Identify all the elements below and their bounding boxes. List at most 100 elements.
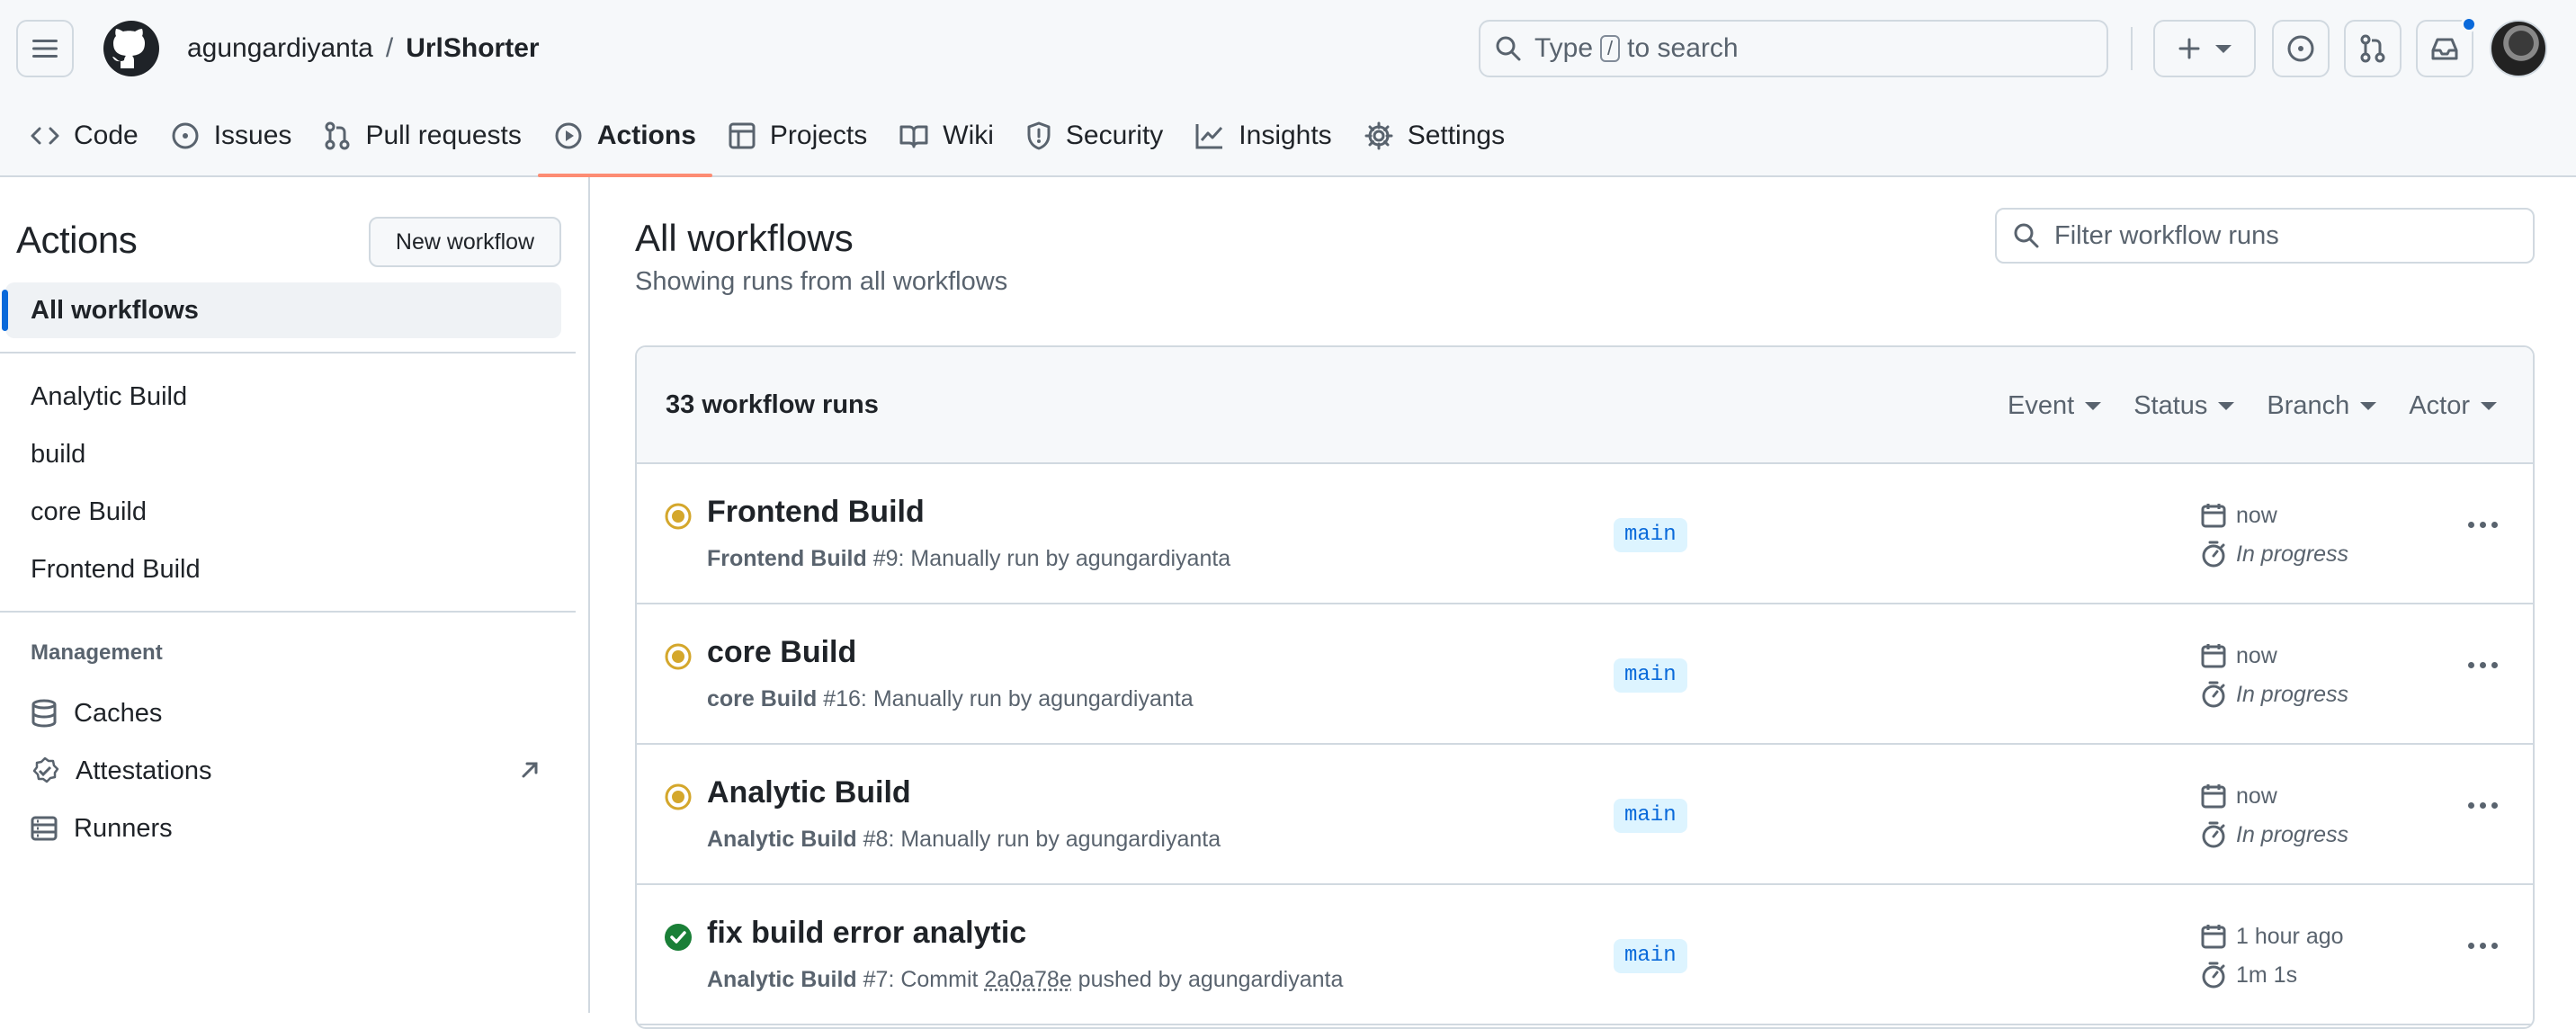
- run-options-button[interactable]: [2468, 522, 2498, 528]
- verified-icon: [32, 756, 59, 783]
- sidebar-item-frontend-build[interactable]: Frontend Build: [31, 551, 201, 587]
- run-when: now: [2236, 783, 2277, 809]
- run-duration-text: 1m 1s: [2236, 962, 2298, 988]
- table-row[interactable]: Frontend Build Frontend Build #9: Manual…: [637, 464, 2533, 604]
- run-duration: In progress: [2200, 540, 2348, 568]
- run-trigger: : Manually run by agungardiyanta: [888, 827, 1221, 852]
- branch-filter-dropdown[interactable]: Branch: [2267, 390, 2377, 421]
- branch-label[interactable]: main: [1614, 518, 1687, 552]
- run-time: now: [2200, 783, 2277, 810]
- external-link-icon: [522, 762, 538, 778]
- sidebar-item-caches[interactable]: Caches: [31, 695, 162, 731]
- book-icon: [899, 125, 928, 148]
- sidebar-item-attestations[interactable]: Attestations: [31, 753, 212, 789]
- commit-link[interactable]: 2a0a78e: [984, 967, 1071, 992]
- dropdown-label: Branch: [2267, 390, 2350, 420]
- run-title[interactable]: fix build error analytic: [707, 916, 1026, 951]
- calendar-icon: [2201, 784, 2226, 809]
- git-pull-request-icon: [2360, 34, 2385, 63]
- sidebar-item-label: Runners: [74, 814, 173, 843]
- stopwatch-icon: [2202, 681, 2225, 708]
- stopwatch-icon: [2202, 541, 2225, 568]
- filter-workflow-runs-input[interactable]: Filter workflow runs: [1995, 208, 2535, 264]
- search-prefix: Type: [1534, 33, 1594, 63]
- play-icon: [555, 122, 582, 149]
- search-icon: [2014, 223, 2039, 248]
- run-options-button[interactable]: [2468, 802, 2498, 809]
- check-circle-icon: [665, 924, 692, 951]
- chevron-down-icon: [2085, 401, 2102, 410]
- tab-label: Settings: [1407, 121, 1506, 150]
- actor-filter-dropdown[interactable]: Actor: [2409, 391, 2497, 421]
- tab-wiki[interactable]: Wiki: [883, 108, 1010, 164]
- sidebar-item-analytic-build[interactable]: Analytic Build: [31, 379, 187, 415]
- branch-label[interactable]: main: [1614, 658, 1687, 693]
- sidebar-item-all-workflows[interactable]: All workflows: [2, 282, 561, 338]
- tab-actions[interactable]: Actions: [537, 108, 712, 177]
- in-progress-icon: [665, 643, 692, 670]
- tab-security[interactable]: Security: [1010, 108, 1179, 164]
- tab-issues[interactable]: Issues: [155, 108, 309, 164]
- run-number: #9: [872, 546, 899, 571]
- plus-icon: [2178, 38, 2200, 59]
- dropdown-label: Event: [2008, 390, 2075, 420]
- run-meta: Analytic Build #8: Manually run by agung…: [707, 827, 1221, 853]
- run-title[interactable]: Frontend Build: [707, 495, 925, 530]
- create-new-button[interactable]: [2153, 20, 2256, 77]
- issues-button[interactable]: [2272, 20, 2330, 77]
- status-filter-dropdown[interactable]: Status: [2133, 391, 2235, 421]
- filter-placeholder: Filter workflow runs: [2054, 220, 2279, 250]
- tab-settings[interactable]: Settings: [1348, 108, 1521, 164]
- github-logo-icon[interactable]: [103, 20, 160, 77]
- branch-label[interactable]: main: [1614, 939, 1687, 973]
- table-row[interactable]: fix build error analytic Analytic Build …: [637, 885, 2533, 1025]
- run-options-button[interactable]: [2468, 662, 2498, 668]
- runs-list-header: 33 workflow runs Event Status Branch Act…: [637, 347, 2533, 464]
- header-divider: [2131, 27, 2133, 70]
- run-trigger: : Commit: [888, 967, 985, 992]
- run-title[interactable]: core Build: [707, 635, 856, 670]
- new-workflow-button[interactable]: New workflow: [369, 217, 561, 267]
- run-when: 1 hour ago: [2236, 923, 2344, 949]
- notification-dot: [2461, 16, 2477, 32]
- branch-label[interactable]: main: [1614, 799, 1687, 833]
- table-row[interactable]: core Build core Build #16: Manually run …: [637, 604, 2533, 745]
- runs-count: 33 workflow runs: [666, 389, 879, 419]
- repo-link[interactable]: UrlShorter: [406, 33, 539, 63]
- sidebar-item-core-build[interactable]: core Build: [31, 494, 147, 530]
- owner-link[interactable]: agungardiyanta: [187, 33, 373, 63]
- sidebar-item-runners[interactable]: Runners: [31, 810, 173, 846]
- run-options-button[interactable]: [2468, 943, 2498, 949]
- tab-pull-requests[interactable]: Pull requests: [308, 108, 537, 164]
- tab-label: Security: [1065, 121, 1164, 150]
- menu-button[interactable]: [16, 20, 74, 77]
- run-number: #8: [863, 827, 889, 852]
- tab-label: Insights: [1239, 121, 1332, 150]
- chevron-down-icon: [2218, 401, 2235, 410]
- page-title: All workflows: [635, 217, 854, 259]
- avatar[interactable]: [2490, 20, 2547, 77]
- run-when: now: [2236, 502, 2277, 528]
- sidebar-divider: [0, 611, 576, 613]
- table-row[interactable]: Analytic Build Analytic Build #8: Manual…: [637, 745, 2533, 885]
- run-number: #7: [863, 967, 889, 992]
- actions-sidebar: Actions New workflow All workflows Analy…: [0, 177, 590, 1013]
- graph-icon: [1195, 124, 1223, 149]
- tab-label: Wiki: [943, 121, 994, 150]
- table-icon: [729, 122, 756, 149]
- sidebar-item-label: Attestations: [76, 756, 212, 785]
- chevron-down-icon: [2215, 44, 2232, 53]
- sidebar-item-build[interactable]: build: [31, 436, 85, 472]
- event-filter-dropdown[interactable]: Event: [2008, 390, 2102, 421]
- run-time: now: [2200, 502, 2277, 529]
- global-search[interactable]: Type / to search: [1479, 20, 2108, 77]
- tab-insights[interactable]: Insights: [1179, 108, 1347, 164]
- run-title[interactable]: Analytic Build: [707, 775, 911, 810]
- in-progress-icon: [665, 503, 692, 530]
- tab-code[interactable]: Code: [14, 108, 155, 164]
- repo-nav: Code Issues Pull requests Actions Projec…: [0, 108, 1521, 177]
- pull-requests-button[interactable]: [2344, 20, 2402, 77]
- tab-projects[interactable]: Projects: [712, 108, 883, 164]
- git-pull-request-icon: [325, 121, 350, 150]
- search-shortcut-key: /: [1600, 35, 1621, 62]
